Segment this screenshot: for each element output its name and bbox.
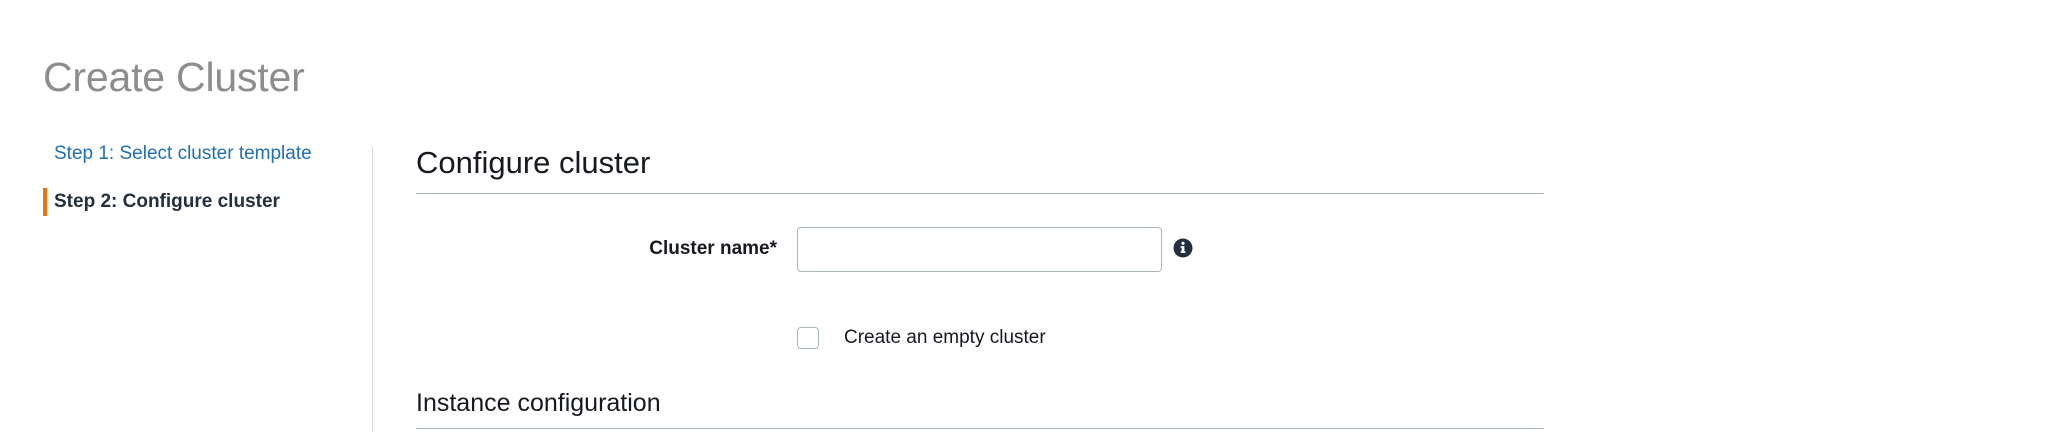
empty-cluster-checkbox[interactable] — [797, 327, 819, 349]
step-1-label[interactable]: Step 1: Select cluster template — [54, 143, 312, 164]
instance-configuration-title: Instance configuration — [416, 389, 661, 417]
wizard-divider — [372, 147, 373, 432]
step-1-select-cluster-template[interactable]: Step 1: Select cluster template — [43, 140, 363, 188]
instance-configuration-divider — [416, 428, 1544, 429]
cluster-name-input[interactable] — [797, 227, 1162, 272]
page-title: Create Cluster — [43, 54, 305, 100]
empty-cluster-label[interactable]: Create an empty cluster — [844, 327, 1046, 349]
cluster-name-label: Cluster name* — [649, 238, 777, 259]
empty-cluster-option[interactable]: Create an empty cluster — [797, 327, 1046, 349]
step-2-label: Step 2: Configure cluster — [54, 191, 280, 212]
wizard-steps: Step 1: Select cluster template Step 2: … — [43, 140, 363, 236]
current-step-marker — [43, 188, 47, 216]
step-2-configure-cluster: Step 2: Configure cluster — [43, 188, 363, 236]
section-divider — [416, 193, 1544, 194]
section-title: Configure cluster — [416, 145, 651, 180]
info-circle-icon[interactable] — [1173, 238, 1193, 258]
